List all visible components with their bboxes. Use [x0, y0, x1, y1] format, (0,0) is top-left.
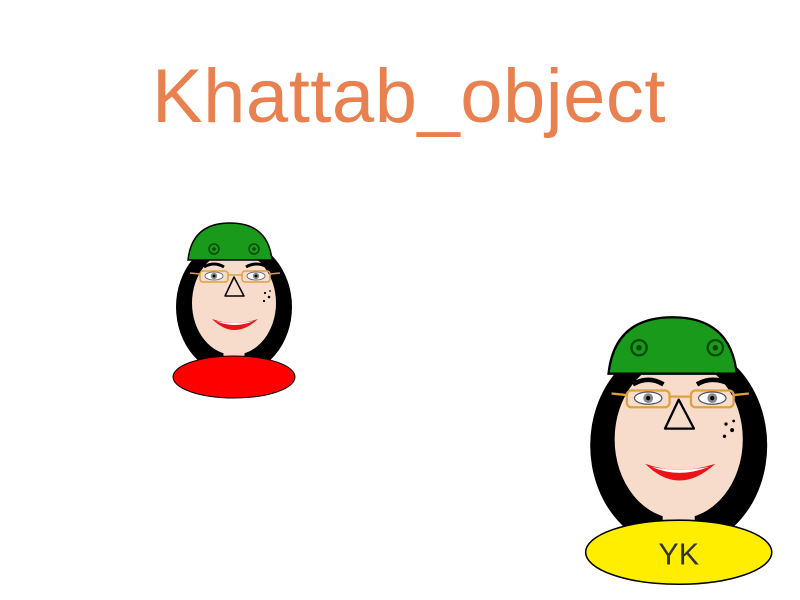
avatar-figure-large[interactable]: YK: [578, 305, 784, 595]
page-title: Khattab_object: [151, 54, 667, 139]
avatar-drawing-large: YK: [584, 316, 773, 586]
avatar-figure-small[interactable]: [168, 215, 303, 405]
badge-label: YK: [658, 537, 699, 571]
name-badge: [172, 355, 296, 399]
green-cap: [187, 222, 273, 261]
avatar-drawing-small: [172, 222, 296, 399]
